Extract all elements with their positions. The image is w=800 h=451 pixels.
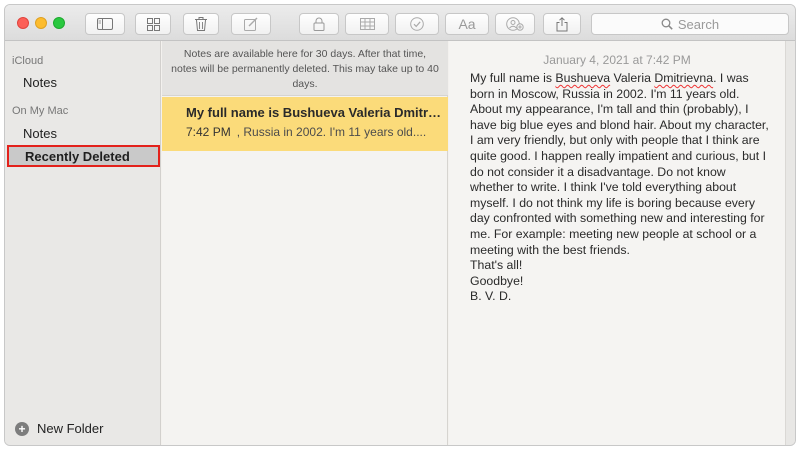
note-paragraph: My full name is Bushueva Valeria Dmitrie… [470, 71, 770, 258]
new-folder-label: New Folder [37, 421, 104, 436]
misspelled-word: Dmitrievna [654, 71, 714, 85]
checklist-icon [410, 17, 424, 31]
search-field[interactable]: Search [591, 13, 789, 35]
minimize-window-button[interactable] [35, 17, 47, 29]
toggle-sidebar-button[interactable] [85, 13, 125, 35]
zoom-window-button[interactable] [53, 17, 65, 29]
deletion-notice: Notes are available here for 30 days. Af… [162, 41, 448, 96]
note-line: That's all! [470, 258, 523, 273]
search-icon [661, 18, 673, 30]
note-title: My full name is Bushueva Valeria Dmitrie… [186, 105, 444, 120]
share-button[interactable] [543, 13, 581, 35]
misspelled-word: Bushueva [555, 71, 611, 85]
gallery-view-icon [146, 17, 160, 31]
folders-sidebar: iCloud Notes On My Mac Notes Recently De… [5, 41, 161, 445]
gallery-view-button[interactable] [135, 13, 171, 35]
new-note-button[interactable] [231, 13, 271, 35]
close-window-button[interactable] [17, 17, 29, 29]
trash-icon [195, 17, 207, 31]
note-time: 7:42 PM [186, 125, 231, 139]
new-folder-button[interactable]: + New Folder [15, 421, 103, 436]
compose-icon [244, 17, 258, 31]
delete-button[interactable] [183, 13, 219, 35]
section-on-my-mac: On My Mac [12, 105, 69, 117]
sidebar-item-label: Recently Deleted [25, 148, 130, 164]
share-people-icon [506, 17, 524, 31]
table-button[interactable] [345, 13, 389, 35]
body-text: Valeria [610, 71, 655, 85]
note-meta: 7:42 PM , Russia in 2002. I'm 11 years ol… [186, 125, 444, 139]
add-people-button[interactable] [495, 13, 535, 35]
body-text: . I was born in Moscow, Russia in 2002. … [470, 71, 769, 257]
list-item[interactable]: My full name is Bushueva Valeria Dmitrie… [162, 97, 448, 151]
checklist-button[interactable] [395, 13, 439, 35]
search-placeholder: Search [677, 16, 720, 32]
lock-note-button[interactable] [299, 13, 339, 35]
note-body[interactable]: My full name is Bushueva Valeria Dmitrie… [470, 71, 770, 305]
note-preview: , Russia in 2002. I'm 11 years old.... [236, 125, 427, 139]
lock-icon [313, 17, 325, 31]
note-editor[interactable]: January 4, 2021 at 7:42 PM My full name … [449, 41, 785, 445]
section-icloud: iCloud [12, 55, 44, 67]
notes-list: Notes are available here for 30 days. Af… [162, 41, 448, 445]
sidebar-item-icloud-notes[interactable]: Notes [23, 75, 57, 90]
sidebar-toggle-icon [97, 18, 113, 30]
sidebar-item-recently-deleted[interactable]: Recently Deleted [7, 145, 160, 167]
share-icon [556, 16, 568, 31]
note-line: Goodbye! [470, 273, 524, 288]
sidebar-item-mac-notes[interactable]: Notes [23, 126, 57, 141]
table-icon [359, 18, 375, 30]
plus-circle-icon: + [15, 421, 29, 436]
body-text: My full name is [470, 71, 556, 85]
toolbar: Aa Search [5, 5, 795, 41]
note-line: B. V. D. [470, 289, 512, 304]
notes-window: Aa Search iCloud Notes On My Mac Notes R… [4, 4, 796, 446]
format-button[interactable]: Aa [445, 13, 489, 35]
format-icon: Aa [458, 16, 476, 32]
scrollbar-track[interactable] [785, 41, 795, 445]
note-date: January 4, 2021 at 7:42 PM [543, 53, 691, 67]
